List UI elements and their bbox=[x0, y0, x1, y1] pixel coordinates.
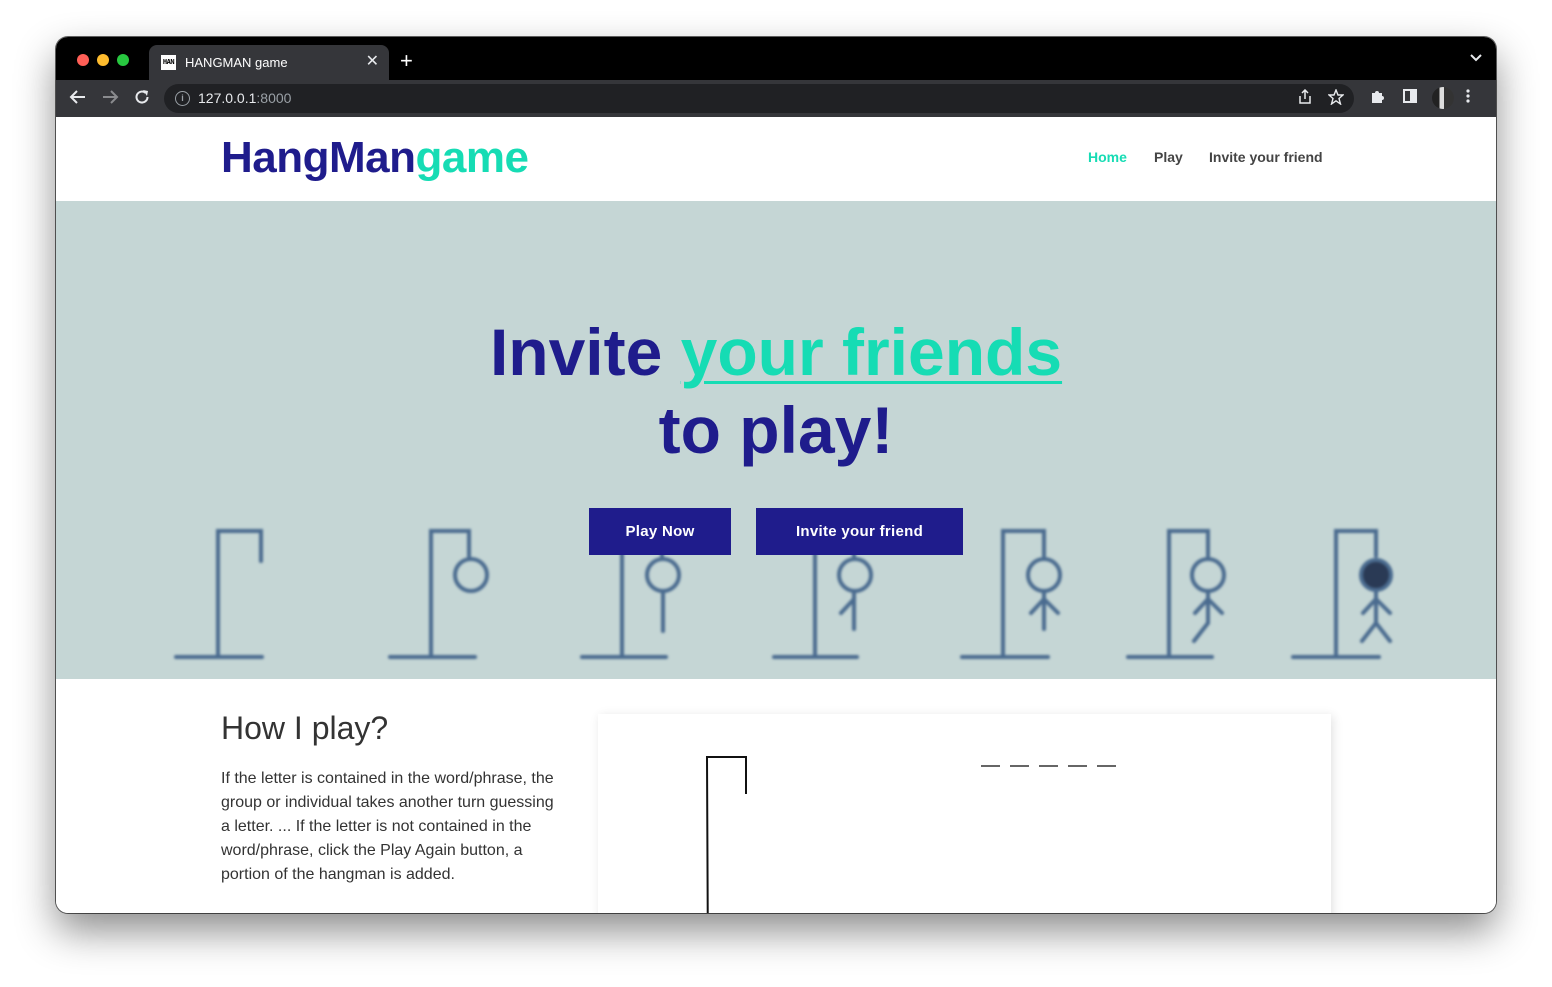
browser-tab[interactable]: HAN HANGMAN game ✕ bbox=[149, 45, 389, 80]
game-board bbox=[598, 714, 1331, 913]
browser-toolbar: i 127.0.0.1:8000 bbox=[56, 80, 1496, 117]
reload-icon[interactable] bbox=[132, 88, 152, 110]
hero-title: Invite your friends to play! bbox=[489, 315, 1063, 467]
maximize-window-button[interactable] bbox=[117, 54, 129, 66]
profile-avatar[interactable] bbox=[1432, 87, 1454, 109]
menu-icon[interactable] bbox=[1466, 88, 1470, 110]
star-icon[interactable] bbox=[1327, 88, 1345, 109]
hangman-gallows-drawing bbox=[705, 756, 1116, 913]
nav-invite-link[interactable]: Invite your friend bbox=[1209, 149, 1323, 165]
nav-home-link[interactable]: Home bbox=[1088, 149, 1127, 165]
browser-window: HAN HANGMAN game ✕ + i 127.0.0.1:8000 Ha… bbox=[56, 37, 1496, 913]
close-tab-icon[interactable]: ✕ bbox=[366, 53, 379, 71]
extensions-icon[interactable] bbox=[1369, 88, 1385, 110]
how-to-play-heading: How I play? bbox=[221, 710, 389, 746]
close-window-button[interactable] bbox=[77, 54, 89, 66]
favicon-icon: HAN bbox=[161, 55, 176, 70]
url-text: 127.0.0.1:8000 bbox=[198, 90, 292, 106]
new-tab-button[interactable]: + bbox=[400, 50, 413, 72]
back-icon[interactable] bbox=[68, 88, 88, 110]
web-page: HangMangame Home Play Invite your friend bbox=[56, 117, 1496, 913]
minimize-window-button[interactable] bbox=[97, 54, 109, 66]
forward-icon[interactable] bbox=[100, 88, 120, 110]
site-header: HangMangame Home Play Invite your friend bbox=[56, 117, 1496, 201]
play-now-button[interactable]: Play Now bbox=[589, 508, 731, 555]
tab-search-icon[interactable] bbox=[1470, 51, 1482, 65]
hero-title-accent[interactable]: your friends bbox=[681, 315, 1062, 389]
side-panel-icon[interactable] bbox=[1402, 88, 1418, 110]
how-to-play-text: If the letter is contained in the word/p… bbox=[221, 770, 554, 883]
site-logo[interactable]: HangMangame bbox=[221, 133, 529, 183]
tab-title: HANGMAN game bbox=[185, 55, 288, 70]
invite-friend-button[interactable]: Invite your friend bbox=[756, 508, 963, 555]
hero-section: Invite your friends to play! Play Now In… bbox=[56, 201, 1496, 679]
tab-strip: HAN HANGMAN game ✕ + bbox=[56, 37, 1496, 80]
share-icon[interactable] bbox=[1298, 88, 1312, 109]
address-bar[interactable]: i 127.0.0.1:8000 bbox=[164, 84, 1354, 113]
info-icon[interactable]: i bbox=[175, 91, 190, 106]
nav-play-link[interactable]: Play bbox=[1154, 149, 1183, 165]
